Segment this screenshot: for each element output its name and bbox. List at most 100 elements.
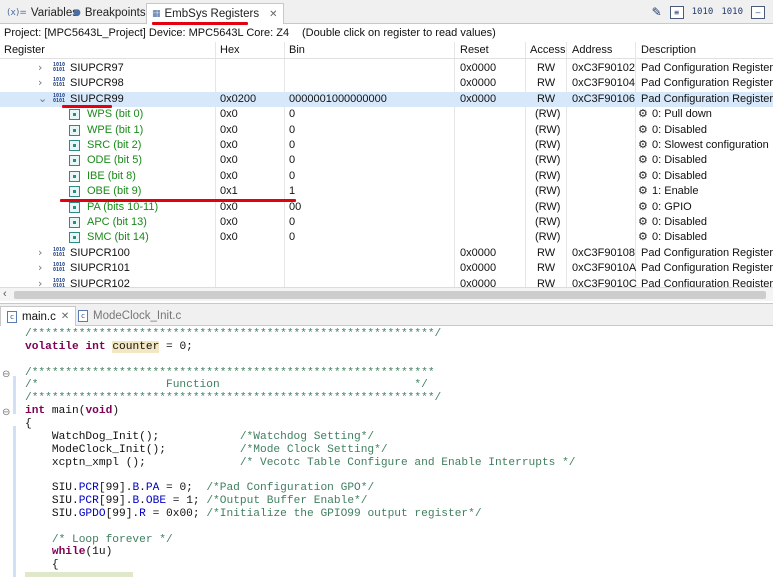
fold-icon[interactable]: ⊖ <box>2 408 12 418</box>
code-line[interactable]: SIU.GPDO[99].R = 0x00; /*Initialize the … <box>25 508 482 521</box>
field-row[interactable]: SRC (bit 2) 0x0 0 (RW) ⚙ 0: Slowest configura… <box>0 138 773 153</box>
code-line[interactable]: /***************************************… <box>25 328 441 341</box>
column-header-access[interactable]: Access <box>530 44 565 56</box>
register-row[interactable]: › 1010 0101 SIUPCR100 0x0000 RW 0xC3F90108 Pad … <box>0 246 773 261</box>
list-icon[interactable]: ≡ <box>669 5 684 19</box>
bin-value: 0 <box>289 216 296 228</box>
expand-chevron-icon[interactable]: › <box>38 261 42 274</box>
hex-value: 0x0 <box>220 139 238 151</box>
column-header-reset[interactable]: Reset <box>460 44 489 56</box>
gear-icon[interactable]: ⚙ <box>638 153 648 166</box>
gear-icon[interactable]: ⚙ <box>638 230 648 243</box>
gear-icon[interactable]: ⚙ <box>638 200 648 213</box>
c-file-icon: c <box>7 310 17 323</box>
close-icon[interactable]: ✕ <box>61 311 69 322</box>
code-line[interactable]: while(1u) <box>25 546 112 559</box>
binary-1010-icon[interactable]: 1010 <box>692 7 714 17</box>
tab-breakpoints-label: Breakpoints <box>84 7 146 19</box>
collapse-chevron-icon[interactable]: ⌄ <box>38 92 47 105</box>
access-value: RW <box>537 77 556 90</box>
tab-modeclock-init-c[interactable]: c ModeClock_Init.c <box>72 306 187 326</box>
field-row[interactable]: WPE (bit 1) 0x0 0 (RW) ⚙ 0: Disabled <box>0 123 773 138</box>
register-row[interactable]: › 1010 0101 SIUPCR97 0x0000 RW 0xC3F90102 Pad C… <box>0 61 773 76</box>
code-editor[interactable]: ⊖ ⊖ /***********************************… <box>0 326 773 577</box>
field-row[interactable]: ODE (bit 5) 0x0 0 (RW) ⚙ 0: Disabled <box>0 153 773 168</box>
field-icon <box>69 232 80 244</box>
gear-icon[interactable]: ⚙ <box>638 123 648 136</box>
column-header-hex[interactable]: Hex <box>220 44 240 56</box>
column-header-register[interactable]: Register <box>4 44 45 56</box>
description-value: 0: Slowest configuration <box>652 139 769 151</box>
field-row[interactable]: OBE (bit 9) 0x1 1 (RW) ⚙ 1: Enable <box>0 184 773 199</box>
tab-embsys-registers-label: EmbSys Registers <box>164 8 260 20</box>
access-value: (RW) <box>535 185 561 198</box>
hex-value: 0x0200 <box>220 92 257 105</box>
bin-value: 0 <box>289 123 296 136</box>
gear-icon[interactable]: ⚙ <box>638 215 648 228</box>
scroll-left-icon[interactable]: ‹ <box>3 288 7 300</box>
code-line[interactable]: /* Function */ <box>25 379 428 392</box>
hex-value: 0x1 <box>220 185 238 198</box>
description-value: Pad Configuration Register 1( <box>641 262 773 275</box>
horizontal-scrollbar[interactable]: ‹ <box>0 287 773 301</box>
tab-embsys-registers[interactable]: ▦ EmbSys Registers ✕ <box>146 3 284 24</box>
tab-breakpoints[interactable]: ● Breakpoints <box>68 3 151 23</box>
gear-icon[interactable]: ⚙ <box>638 169 648 182</box>
hex-value: 0x0 <box>220 108 238 121</box>
field-row[interactable]: SMC (bit 14) 0x0 0 (RW) ⚙ 0: Disabled <box>0 230 773 245</box>
register-icon: 1010 0101 <box>53 77 66 89</box>
register-table: Register Hex Bin Reset Access Address De… <box>0 42 773 287</box>
expand-chevron-icon[interactable]: › <box>38 246 42 259</box>
code-line[interactable]: volatile int counter = 0; <box>25 340 193 354</box>
annotation-underline <box>62 105 112 108</box>
tab-main-c[interactable]: c main.c ✕ <box>0 306 77 326</box>
code-line[interactable]: { <box>25 559 59 572</box>
expand-chevron-icon[interactable]: › <box>38 61 42 74</box>
gear-icon[interactable]: ⚙ <box>638 138 648 151</box>
code-line[interactable]: ModeClock_Init(); /*Mode Clock Setting*/ <box>25 444 388 457</box>
pin-icon[interactable]: ✎ <box>652 5 662 19</box>
expand-chevron-icon[interactable]: › <box>38 277 42 287</box>
minimize-icon[interactable]: – <box>751 5 765 19</box>
description-value: 0: GPIO <box>652 200 692 213</box>
access-value: (RW) <box>535 169 561 182</box>
hex-value: 0x0 <box>220 231 238 244</box>
code-line[interactable]: WatchDog_Init(); /*Watchdog Setting*/ <box>25 431 374 444</box>
scrollbar-thumb[interactable] <box>14 291 766 299</box>
code-line[interactable]: /* Loop forever */ <box>25 534 173 547</box>
column-header-bin[interactable]: Bin <box>289 44 305 56</box>
access-value: RW <box>537 62 556 74</box>
code-line[interactable]: xcptn_xmpl (); /* Vecotc Table Configure… <box>25 457 576 470</box>
code-line[interactable]: { <box>25 418 32 431</box>
field-row[interactable]: APC (bit 13) 0x0 0 (RW) ⚙ 0: Disabled <box>0 215 773 230</box>
bin-value: 0 <box>289 231 296 244</box>
register-row[interactable]: ⌄ 1010 0101 SIUPCR99 0x0200 0000001000000000 0… <box>0 91 773 108</box>
address-value: 0xC3F9010C <box>572 277 637 287</box>
column-header-address[interactable]: Address <box>572 44 612 56</box>
register-row[interactable]: › 1010 0101 SIUPCR98 0x0000 RW 0xC3F90104 Pad C… <box>0 76 773 91</box>
code-line[interactable]: /***************************************… <box>25 367 435 380</box>
close-icon[interactable]: ✕ <box>269 9 277 20</box>
bin-value: 0 <box>289 139 296 151</box>
field-row[interactable]: IBE (bit 8) 0x0 0 (RW) ⚙ 0: Disabled <box>0 169 773 184</box>
field-row[interactable]: WPS (bit 0) 0x0 0 (RW) ⚙ 0: Pull down <box>0 107 773 122</box>
project-info: Project: [MPC5643L_Project] Device: MPC5… <box>4 27 290 39</box>
gear-icon[interactable]: ⚙ <box>638 107 648 120</box>
reset-value: 0x0000 <box>460 77 497 90</box>
address-value: 0xC3F90108 <box>572 246 635 259</box>
expand-chevron-icon[interactable]: › <box>38 76 42 89</box>
hex-value: 0x0 <box>220 200 238 213</box>
fold-icon[interactable]: ⊖ <box>2 370 12 380</box>
code-line[interactable]: /***************************************… <box>25 392 441 405</box>
register-row[interactable]: › 1010 0101 SIUPCR101 0x0000 RW 0xC3F9010A Pad … <box>0 261 773 276</box>
editor-tab-bar: c main.c ✕ c ModeClock_Init.c <box>0 303 773 326</box>
column-header-description[interactable]: Description <box>641 44 696 56</box>
binary-1010-alt-icon[interactable]: 1010 <box>721 7 743 17</box>
code-line[interactable]: SIU.PCR[99].B.OBE = 1; /*Output Buffer E… <box>25 495 368 508</box>
register-row[interactable]: › 1010 0101 SIUPCR102 0x0000 RW 0xC3F9010C Pad … <box>0 277 773 287</box>
code-line[interactable]: int main(void) <box>25 405 119 418</box>
editor-gutter <box>0 326 20 577</box>
code-line[interactable]: SIU.PCR[99].B.PA = 0; /*Pad Configuratio… <box>25 482 374 495</box>
gear-icon[interactable]: ⚙ <box>638 184 648 197</box>
register-name: SIUPCR99 <box>70 92 124 105</box>
